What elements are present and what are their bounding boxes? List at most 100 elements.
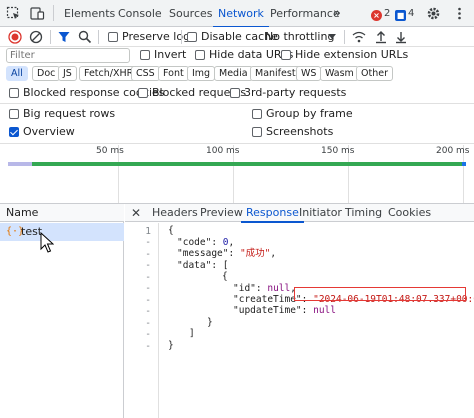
- blocked-response-cookies-checkbox[interactable]: [9, 88, 19, 98]
- chip-wasm[interactable]: Wasm: [320, 66, 359, 81]
- more-options-icon[interactable]: [452, 6, 467, 21]
- tab-initiator[interactable]: Initiator: [299, 204, 342, 222]
- tab-elements[interactable]: Elements: [64, 0, 115, 27]
- preserve-log-label: Preserve log: [122, 30, 191, 43]
- chip-img[interactable]: Img: [187, 66, 216, 81]
- fold-marker: -: [145, 272, 151, 283]
- tab-performance[interactable]: Performance: [270, 0, 340, 27]
- tab-sources[interactable]: Sources: [169, 0, 213, 27]
- hide-data-urls-checkbox[interactable]: [195, 50, 205, 60]
- invert-label: Invert: [154, 48, 187, 61]
- devtools-tabbar: Elements Console Sources Network Perform…: [0, 0, 474, 28]
- big-request-rows-checkbox[interactable]: [9, 109, 19, 119]
- filter-icon[interactable]: [57, 30, 71, 44]
- close-icon[interactable]: ✕: [131, 206, 141, 220]
- fold-marker: -: [145, 295, 151, 306]
- hide-extension-urls-checkbox[interactable]: [281, 50, 291, 60]
- line-gutter: 1 - - - - - - - - - -: [125, 223, 159, 418]
- request-row[interactable]: {·} test: [0, 223, 124, 241]
- code-line: {: [222, 271, 228, 282]
- invert-checkbox[interactable]: [140, 50, 150, 60]
- chip-manifest[interactable]: Manifest: [250, 66, 301, 81]
- timeline-tick-label: 50 ms: [96, 146, 124, 156]
- annotation-highlight-box: [294, 287, 466, 301]
- overview-label: Overview: [23, 125, 75, 138]
- code-line: {: [168, 225, 174, 236]
- tab-headers[interactable]: Headers: [152, 204, 198, 222]
- chip-js[interactable]: JS: [58, 66, 77, 81]
- fold-marker: -: [145, 260, 151, 271]
- chip-other[interactable]: Other: [356, 66, 393, 81]
- code-line: "updateTime": null: [233, 305, 336, 316]
- chip-all[interactable]: All: [6, 66, 28, 81]
- search-icon[interactable]: [78, 30, 92, 44]
- fold-marker: -: [145, 329, 151, 340]
- message-icon: ■: [395, 10, 406, 21]
- toolbar-divider: [344, 30, 345, 44]
- export-har-icon[interactable]: [394, 30, 408, 44]
- fold-marker: -: [145, 306, 151, 317]
- third-party-requests-checkbox[interactable]: [230, 88, 240, 98]
- fold-marker: -: [145, 318, 151, 329]
- import-har-icon[interactable]: [374, 30, 388, 44]
- group-by-frame-label: Group by frame: [266, 107, 353, 120]
- group-by-frame-checkbox[interactable]: [252, 109, 262, 119]
- code-line: }: [207, 317, 213, 328]
- clear-icon[interactable]: [29, 30, 43, 44]
- fold-marker: -: [145, 249, 151, 260]
- filter-input[interactable]: [6, 48, 130, 63]
- timeline-tick-label: 100 ms: [206, 146, 240, 156]
- timeline-queue-bar: [8, 162, 32, 166]
- code-line: "message": "成功",: [177, 248, 277, 259]
- toolbar-divider: [50, 30, 51, 44]
- screenshots-checkbox[interactable]: [252, 127, 262, 137]
- screenshots-label: Screenshots: [266, 125, 334, 138]
- fold-marker: -: [145, 283, 151, 294]
- tab-network[interactable]: Network: [213, 0, 269, 28]
- chip-css[interactable]: CSS: [131, 66, 160, 81]
- device-toolbar-icon[interactable]: [30, 6, 45, 21]
- divider: [0, 46, 474, 47]
- chip-doc[interactable]: Doc: [32, 66, 61, 81]
- record-stop-icon[interactable]: [8, 30, 22, 44]
- code-line: }: [168, 340, 174, 351]
- fold-marker: -: [145, 341, 151, 352]
- blocked-requests-checkbox[interactable]: [138, 88, 148, 98]
- chip-ws[interactable]: WS: [296, 66, 322, 81]
- inspect-element-icon[interactable]: [6, 6, 21, 21]
- toolbar-divider: [181, 30, 182, 44]
- tab-response[interactable]: Response: [241, 204, 304, 223]
- throttling-select[interactable]: No throttling: [265, 30, 334, 44]
- timeline-request-bar: [32, 162, 462, 166]
- tab-cookies[interactable]: Cookies: [388, 204, 431, 222]
- network-conditions-icon[interactable]: [352, 30, 366, 44]
- more-tabs-button[interactable]: »: [333, 0, 341, 27]
- errors-badge[interactable]: × 2: [371, 7, 390, 21]
- error-icon: ×: [371, 10, 382, 21]
- tab-preview[interactable]: Preview: [200, 204, 243, 222]
- chip-media[interactable]: Media: [214, 66, 253, 81]
- request-name: test: [21, 225, 43, 238]
- disable-cache-checkbox[interactable]: [187, 32, 197, 42]
- tab-console[interactable]: Console: [118, 0, 162, 27]
- timeline-tick-label: 150 ms: [321, 146, 355, 156]
- chip-font[interactable]: Font: [158, 66, 189, 81]
- toolbar-divider: [98, 30, 99, 44]
- chevron-down-icon[interactable]: [328, 34, 336, 40]
- requests-pane: Name {·} test: [0, 204, 124, 418]
- third-party-requests-label: 3rd-party requests: [244, 86, 347, 99]
- tab-timing[interactable]: Timing: [345, 204, 382, 222]
- timeline-download-bar: [462, 162, 466, 166]
- fold-marker: -: [145, 237, 151, 248]
- overview-checkbox[interactable]: [9, 127, 19, 137]
- preserve-log-checkbox[interactable]: [108, 32, 118, 42]
- request-detail-pane: ✕ Headers Preview Response Initiator Tim…: [125, 204, 474, 418]
- chip-fetch-xhr[interactable]: Fetch/XHR: [79, 66, 139, 81]
- settings-gear-icon[interactable]: [426, 6, 441, 21]
- code-line: "data": [: [177, 260, 229, 271]
- messages-badge[interactable]: ■ 4: [395, 7, 414, 21]
- timeline-tick-label: 200 ms: [436, 146, 470, 156]
- divider: [0, 103, 474, 104]
- detail-tabbar: ✕ Headers Preview Response Initiator Tim…: [125, 204, 474, 223]
- name-column-header[interactable]: Name: [0, 204, 124, 222]
